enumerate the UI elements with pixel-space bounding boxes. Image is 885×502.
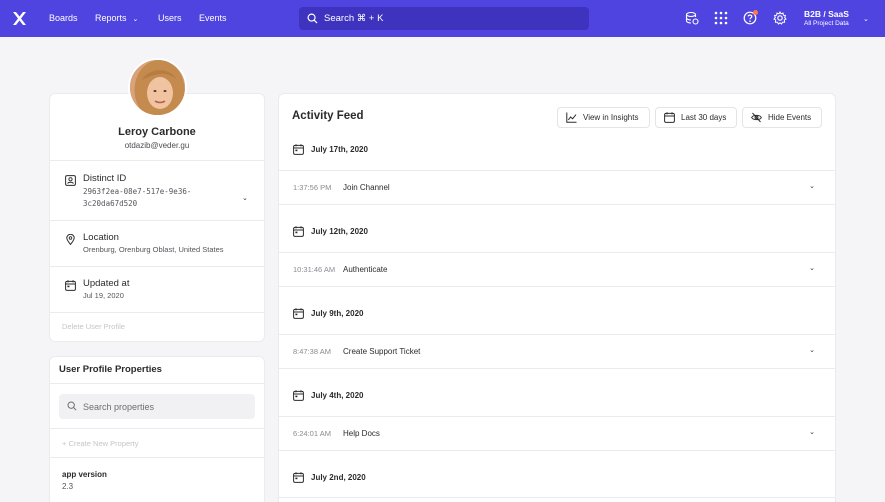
apps-grid-icon[interactable]	[714, 11, 728, 25]
location-pin-icon	[65, 232, 76, 246]
calendar-icon	[293, 390, 304, 401]
chevron-down-icon: ⌄	[863, 16, 869, 23]
property-value: 2.3	[62, 482, 74, 491]
date-label: July 12th, 2020	[311, 227, 368, 236]
expand-chevron-icon[interactable]: ⌄	[242, 194, 248, 202]
notification-dot	[753, 10, 758, 15]
event-time: 8:47:38 AM	[293, 347, 331, 356]
updated-at-label: Updated at	[83, 278, 130, 289]
date-label: July 2nd, 2020	[311, 473, 366, 482]
updated-at-value: Jul 19, 2020	[83, 291, 124, 300]
gear-icon[interactable]	[773, 10, 787, 25]
date-range-button[interactable]: Last 30 days	[655, 107, 737, 128]
divider	[50, 220, 264, 221]
chevron-down-icon[interactable]: ⌄	[809, 428, 815, 436]
user-properties-title: User Profile Properties	[59, 364, 162, 375]
app-logo-icon[interactable]	[12, 11, 27, 26]
global-search-placeholder: Search ⌘ + K	[324, 13, 384, 24]
help-icon[interactable]	[743, 10, 758, 25]
delete-profile-button[interactable]: Delete User Profile	[62, 322, 125, 331]
profile-email: otdazib@veder.gu	[124, 141, 190, 150]
chevron-down-icon: ⌄	[132, 16, 139, 23]
global-search[interactable]: Search ⌘ + K	[299, 7, 589, 30]
user-properties-card	[49, 356, 265, 502]
date-label: July 17th, 2020	[311, 145, 368, 154]
calendar-icon	[293, 226, 304, 237]
divider	[279, 497, 835, 498]
search-icon	[307, 13, 318, 24]
nav-reports[interactable]: Reports ⌄	[95, 13, 138, 23]
event-name: Help Docs	[343, 429, 380, 438]
event-row[interactable]: 10:31:46 AM Authenticate ⌄	[279, 252, 835, 287]
data-management-icon[interactable]	[685, 11, 699, 25]
distinct-id-label: Distinct ID	[83, 173, 127, 184]
project-scope: All Project Data	[804, 20, 849, 27]
eye-slash-icon	[751, 112, 762, 123]
event-row[interactable]: 6:24:01 AM Help Docs ⌄	[279, 416, 835, 451]
calendar-icon	[293, 472, 304, 483]
date-header: July 4th, 2020	[293, 390, 363, 401]
properties-search-input[interactable]	[83, 398, 243, 415]
line-chart-icon	[566, 112, 577, 123]
event-name: Join Channel	[343, 183, 390, 192]
nav-reports-label: Reports	[95, 13, 127, 23]
divider	[50, 383, 264, 384]
divider	[50, 457, 264, 458]
divider	[50, 428, 264, 429]
hide-events-label: Hide Events	[768, 113, 812, 122]
date-header: July 12th, 2020	[293, 226, 368, 237]
date-header: July 2nd, 2020	[293, 472, 366, 483]
divider	[50, 160, 264, 161]
event-row[interactable]: 1:37:56 PM Join Channel ⌄	[279, 170, 835, 205]
properties-search	[59, 394, 255, 419]
date-range-label: Last 30 days	[681, 113, 727, 122]
chevron-down-icon[interactable]: ⌄	[809, 346, 815, 354]
view-in-insights-label: View in Insights	[583, 113, 639, 122]
calendar-icon	[293, 144, 304, 155]
event-name: Create Support Ticket	[343, 347, 421, 356]
calendar-icon	[65, 278, 76, 291]
search-icon	[67, 401, 77, 411]
nav-boards[interactable]: Boards	[49, 13, 78, 23]
event-name: Authenticate	[343, 265, 388, 274]
divider	[50, 266, 264, 267]
date-header: July 17th, 2020	[293, 144, 368, 155]
location-value: Orenburg, Orenburg Oblast, United States	[83, 245, 224, 254]
avatar	[128, 58, 187, 117]
event-time: 10:31:46 AM	[293, 265, 336, 274]
nav-users[interactable]: Users	[158, 13, 182, 23]
chevron-down-icon[interactable]: ⌄	[809, 264, 815, 272]
event-time: 1:37:56 PM	[293, 183, 332, 192]
calendar-icon	[293, 308, 304, 319]
id-card-icon	[65, 173, 76, 186]
event-row[interactable]: 8:47:38 AM Create Support Ticket ⌄	[279, 334, 835, 369]
chevron-down-icon[interactable]: ⌄	[809, 182, 815, 190]
calendar-icon	[664, 112, 675, 123]
nav-events[interactable]: Events	[199, 13, 227, 23]
profile-name: Leroy Carbone	[118, 126, 196, 138]
hide-events-button[interactable]: Hide Events	[742, 107, 822, 128]
top-nav: Boards Reports ⌄ Users Events Search ⌘ + …	[0, 0, 885, 37]
location-label: Location	[83, 232, 119, 243]
project-name: B2B / SaaS	[804, 9, 849, 19]
activity-feed-title: Activity Feed	[292, 110, 364, 122]
create-property-button[interactable]: + Create New Property	[62, 439, 139, 448]
date-label: July 4th, 2020	[311, 391, 364, 400]
distinct-id-value: 2963f2ea-08e7-517e-9e36-3c20da67d520	[83, 187, 192, 208]
date-header: July 9th, 2020	[293, 308, 363, 319]
event-time: 6:24:01 AM	[293, 429, 331, 438]
date-label: July 9th, 2020	[311, 309, 364, 318]
project-selector[interactable]: B2B / SaaS All Project Data ⌄	[804, 9, 869, 29]
divider	[50, 312, 264, 313]
view-in-insights-button[interactable]: View in Insights	[557, 107, 650, 128]
property-key: app version	[62, 470, 107, 479]
